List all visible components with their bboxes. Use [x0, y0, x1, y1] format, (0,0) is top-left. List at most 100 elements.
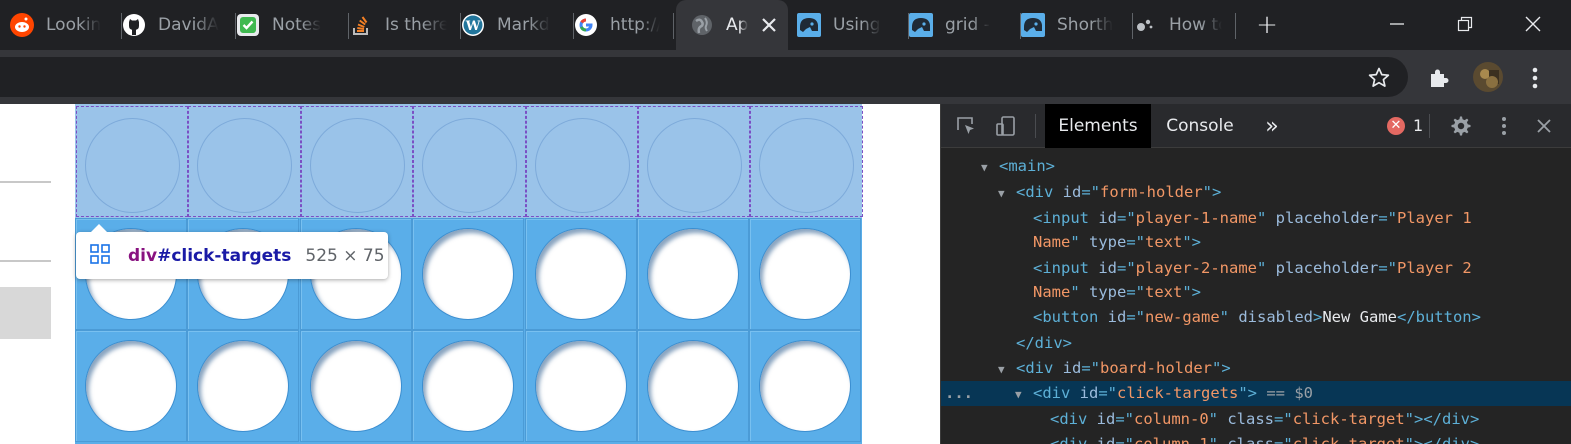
dom-token: >: [1312, 308, 1323, 326]
error-counter[interactable]: ✕ 1: [1387, 116, 1423, 135]
dom-token: Player 2: [1397, 259, 1472, 277]
browser-tab[interactable]: How to: [1133, 0, 1236, 50]
dom-token: placeholder: [1275, 259, 1379, 277]
empty-slot: [86, 341, 176, 431]
dom-node-line[interactable]: ▼ <div id="form-holder">: [941, 180, 1571, 205]
dom-node-line[interactable]: <input id="player-1-name" placeholder="P…: [941, 206, 1571, 231]
device-toolbar-icon[interactable]: [993, 113, 1019, 139]
inspect-tooltip: div #click-targets 525 × 75: [76, 224, 388, 279]
bookmark-star-icon[interactable]: [1363, 62, 1395, 94]
dom-token: new-game: [1145, 308, 1220, 326]
dom-node-line[interactable]: </div>: [941, 331, 1571, 356]
dom-token: id: [1079, 384, 1099, 402]
dom-token: class: [1227, 410, 1275, 428]
dom-node-line[interactable]: <div id="column-0" class="click-target">…: [941, 407, 1571, 432]
new-game-button-edge[interactable]: [0, 287, 51, 339]
address-bar[interactable]: [0, 57, 1408, 97]
click-target-column[interactable]: [413, 106, 526, 217]
wordpress-icon: W: [461, 13, 485, 37]
new-tab-button[interactable]: +: [1252, 10, 1282, 40]
tab-title: Is there: [385, 15, 447, 35]
node-actions-ellipsis[interactable]: ...: [945, 381, 973, 406]
close-tab-icon[interactable]: [758, 14, 780, 36]
dom-node-line[interactable]: Name" type="text">: [941, 280, 1571, 305]
dom-node-line[interactable]: <div id="column-1" class="click-target">…: [941, 432, 1571, 444]
browser-tab[interactable]: Notes: [236, 0, 349, 50]
click-target-column[interactable]: [76, 106, 189, 217]
expand-triangle-icon[interactable]: ▼: [1015, 382, 1033, 407]
dom-token: == $0: [1257, 384, 1314, 402]
dom-node-selected[interactable]: ▼ <div id="click-targets"> == $0...: [941, 381, 1571, 406]
dom-token: ": [1208, 435, 1228, 444]
dom-token: "></div>: [1404, 410, 1480, 428]
stackoverflow-icon: [349, 13, 373, 37]
browser-tab[interactable]: Using: [797, 0, 909, 50]
close-window-button[interactable]: [1513, 6, 1553, 42]
dom-token: text: [1145, 233, 1183, 251]
player-1-name-input-edge[interactable]: [0, 181, 51, 183]
dom-token: =": [1117, 259, 1136, 277]
dom-node-line[interactable]: <button id="new-game" disabled>New Game<…: [941, 305, 1571, 330]
dom-token: ": [1070, 233, 1089, 251]
more-tabs-chevron-icon[interactable]: »: [1257, 104, 1287, 148]
toolbar-divider: [1035, 114, 1036, 138]
drop-preview-circle: [85, 118, 180, 213]
browser-tab[interactable]: DavidA: [122, 0, 236, 50]
click-target-column[interactable]: [525, 106, 638, 217]
expand-triangle-icon[interactable]: ▼: [998, 181, 1016, 206]
browser-tab[interactable]: grid -: [909, 0, 1021, 50]
restore-button[interactable]: [1445, 6, 1485, 42]
browser-tab[interactable]: http://: [574, 0, 674, 50]
click-target-column[interactable]: [300, 106, 414, 217]
settings-gear-icon[interactable]: [1448, 113, 1474, 139]
devtools-panel: Elements Console » ✕ 1 ▼ <main> ▼ <div id="…: [940, 104, 1571, 444]
board-cell: [75, 330, 187, 442]
browser-tab[interactable]: Is there: [349, 0, 461, 50]
drop-preview-circle: [647, 118, 742, 213]
dom-node-line[interactable]: ▼ <main>: [941, 154, 1571, 179]
click-target-column[interactable]: [750, 106, 863, 217]
tab-title: grid -: [945, 15, 990, 35]
dom-node-line[interactable]: ▼ <div id="board-holder">: [941, 356, 1571, 381]
tab-title: Notes: [272, 15, 322, 35]
tab-separator: [1235, 13, 1236, 39]
dom-token: <div: [1016, 183, 1063, 201]
dom-token: placeholder: [1275, 209, 1379, 227]
board-cell: [749, 218, 862, 330]
inspect-element-icon[interactable]: [953, 113, 979, 139]
dom-token: =": [1274, 435, 1293, 444]
browser-menu-kebab-icon[interactable]: [1519, 62, 1551, 94]
player-2-name-input-edge[interactable]: [0, 260, 51, 262]
close-icon: [1525, 16, 1541, 32]
expand-triangle-icon[interactable]: ▼: [998, 357, 1016, 382]
expand-triangle-icon[interactable]: ▼: [981, 155, 999, 180]
tab-elements[interactable]: Elements: [1045, 104, 1151, 148]
minimize-button[interactable]: [1377, 6, 1417, 42]
dom-token: <input: [1033, 209, 1099, 227]
helmet-icon: [1021, 13, 1045, 37]
dom-token: ">: [1238, 384, 1258, 402]
devtools-toolbar: Elements Console » ✕ 1: [941, 104, 1571, 148]
dom-token: =": [1115, 410, 1135, 428]
dom-node-line[interactable]: Name" type="text">: [941, 230, 1571, 255]
click-target-column[interactable]: [188, 106, 301, 217]
tab-console[interactable]: Console: [1155, 104, 1245, 148]
tab-active[interactable]: Ap: [676, 0, 788, 50]
click-target-column[interactable]: [638, 106, 751, 217]
tab-title: Shorth: [1057, 15, 1114, 35]
dom-node-line[interactable]: <input id="player-2-name" placeholder="P…: [941, 256, 1571, 281]
browser-tab[interactable]: Shorth: [1021, 0, 1133, 50]
dom-token: </div>: [1016, 334, 1072, 352]
board-cell: [637, 330, 749, 442]
profile-avatar[interactable]: [1471, 60, 1505, 94]
devtools-menu-kebab-icon[interactable]: [1491, 113, 1517, 139]
board-cell: [524, 330, 637, 442]
extensions-puzzle-icon[interactable]: [1423, 62, 1455, 94]
close-devtools-icon[interactable]: [1531, 113, 1557, 139]
dom-token: Name: [1033, 283, 1071, 301]
browser-tab[interactable]: Lookin: [10, 0, 122, 50]
drop-preview-circle: [422, 118, 518, 213]
dom-token: id: [1062, 359, 1082, 377]
error-count: 1: [1413, 116, 1424, 135]
browser-tab[interactable]: W Markd: [461, 0, 574, 50]
